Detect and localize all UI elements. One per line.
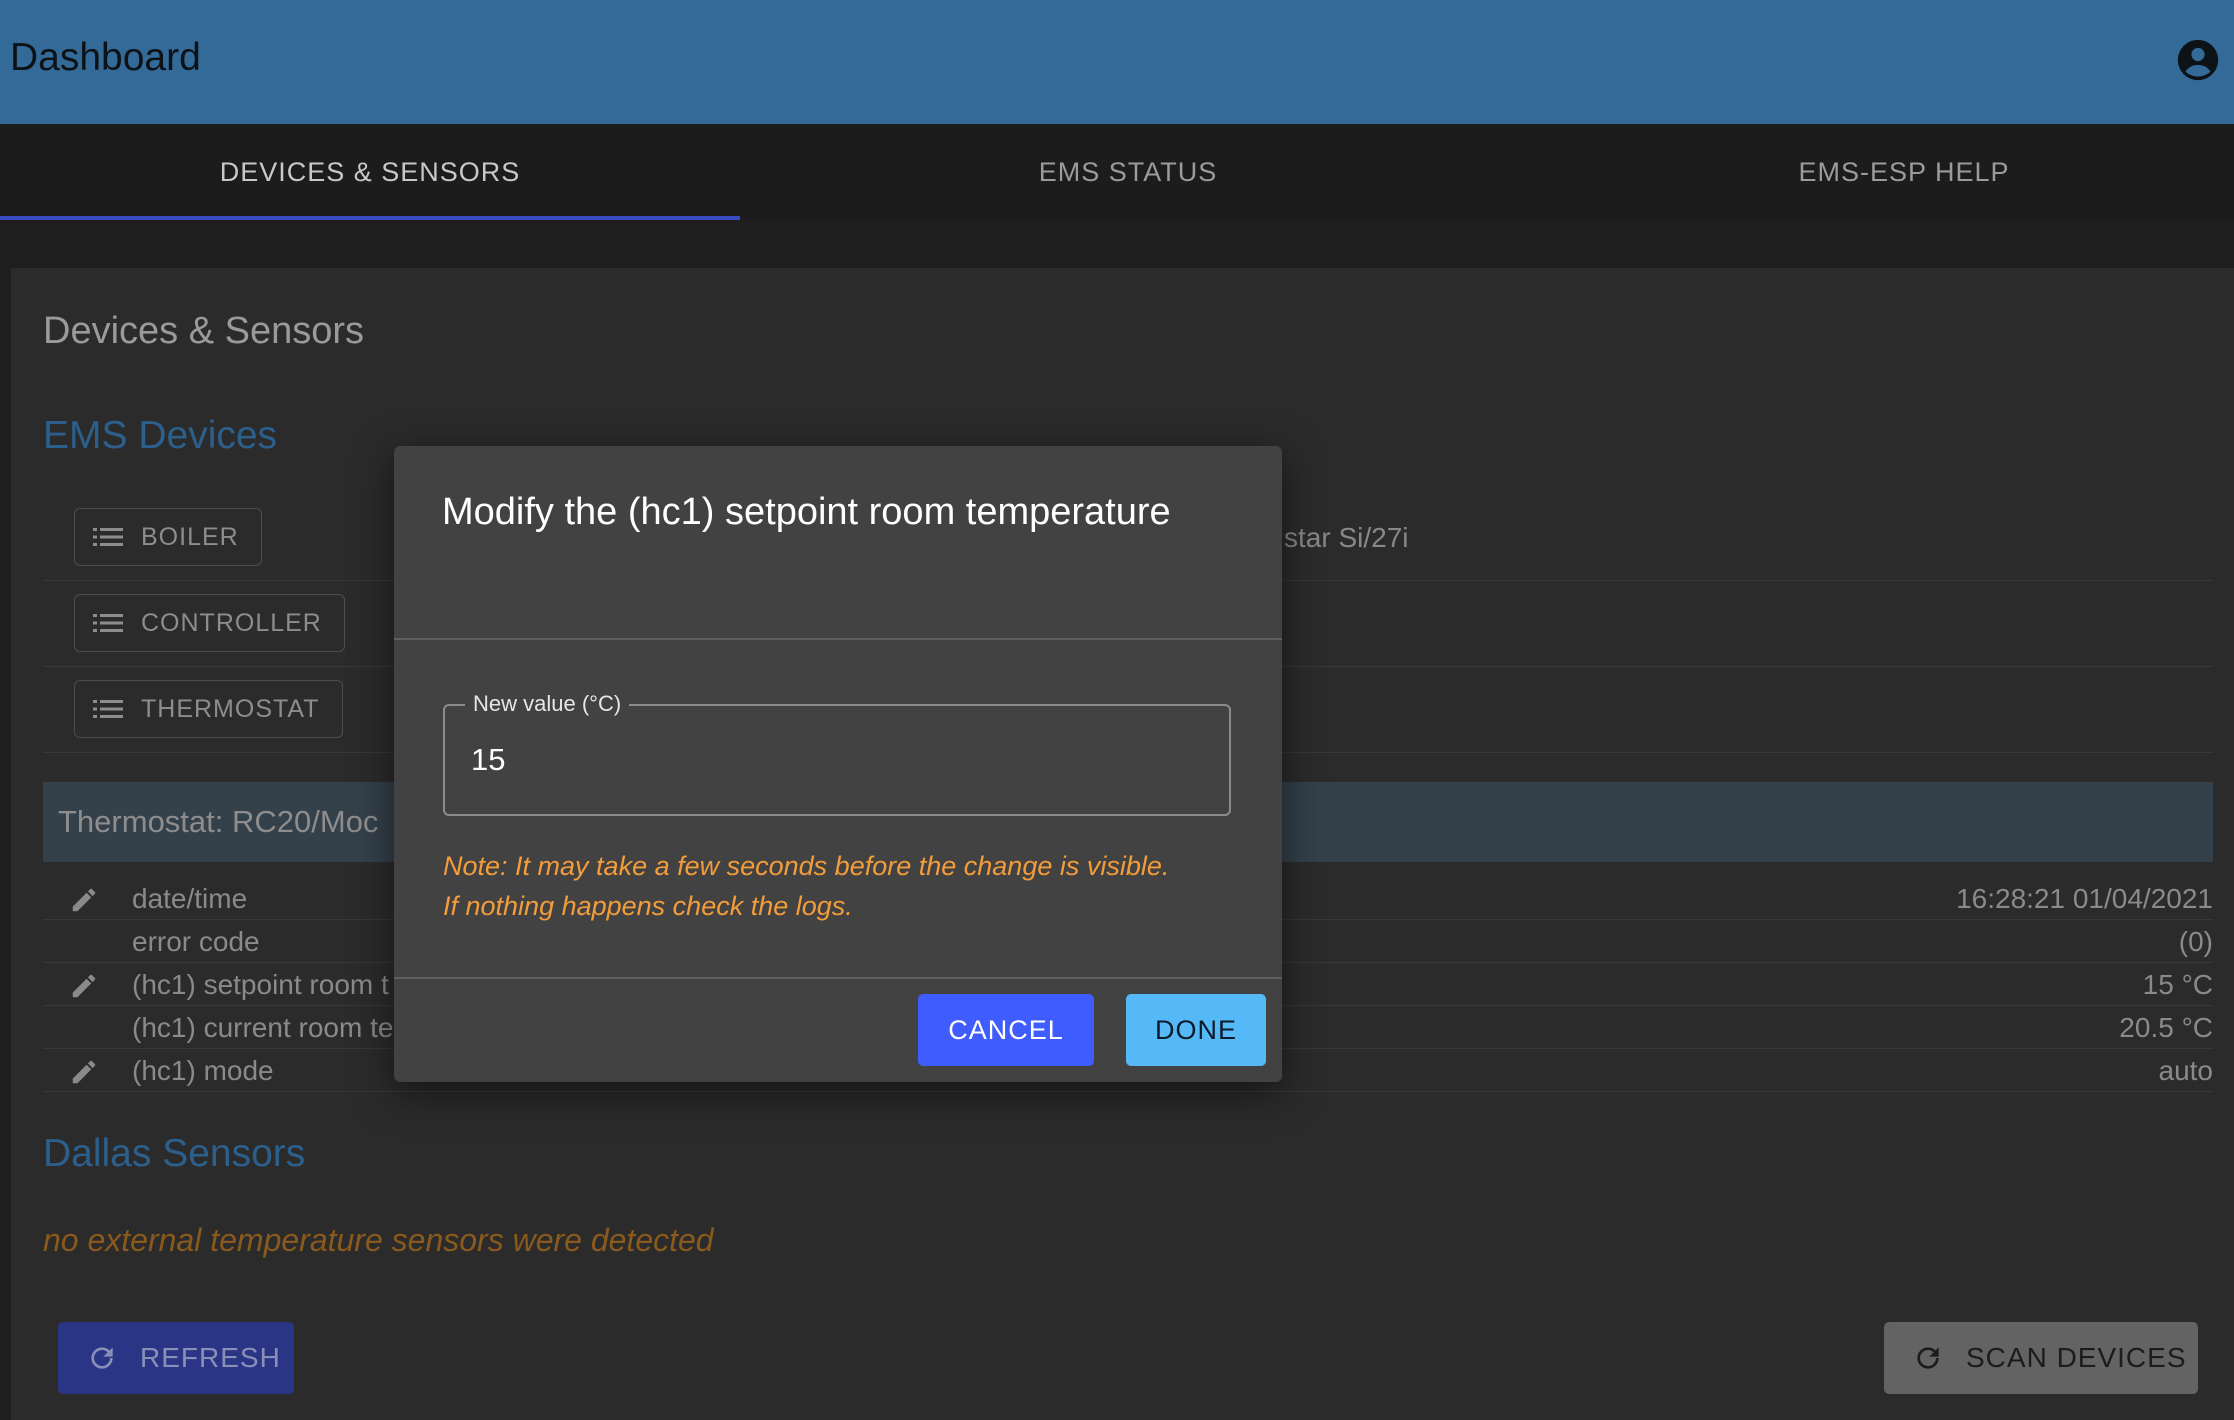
- dialog-title: Modify the (hc1) setpoint room temperatu…: [442, 491, 1171, 533]
- dialog-note-line: Note: It may take a few seconds before t…: [443, 851, 1170, 881]
- dialog-divider: [394, 638, 1282, 640]
- new-value-field[interactable]: New value (°C) 15: [443, 691, 1231, 816]
- cancel-button[interactable]: CANCEL: [918, 994, 1094, 1066]
- new-value-label: New value (°C): [465, 691, 630, 717]
- dialog-note-line: If nothing happens check the logs.: [443, 891, 853, 921]
- done-button[interactable]: DONE: [1126, 994, 1266, 1066]
- modify-value-dialog: Modify the (hc1) setpoint room temperatu…: [394, 446, 1282, 1082]
- dialog-note: Note: It may take a few seconds before t…: [443, 846, 1243, 926]
- dialog-divider: [394, 977, 1282, 979]
- new-value-input[interactable]: 15: [471, 742, 505, 778]
